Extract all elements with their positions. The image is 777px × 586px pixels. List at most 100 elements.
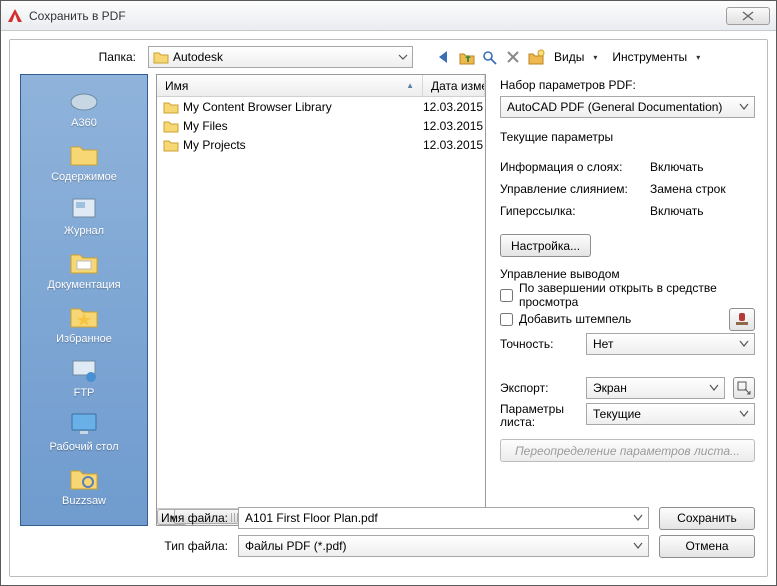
sidebar-item-history[interactable]: Журнал <box>21 189 147 241</box>
sidebar-item-ftp[interactable]: FTP <box>21 351 147 403</box>
folder-icon <box>67 139 101 169</box>
export-combo[interactable]: Экран <box>586 377 725 399</box>
rows: My Content Browser Library 12.03.2015 My… <box>157 97 485 508</box>
precision-label: Точность: <box>500 337 578 351</box>
sidebar-item-desktop[interactable]: Рабочий стол <box>21 405 147 457</box>
views-menu[interactable]: Виды <box>550 50 588 64</box>
folder-label: Папка: <box>24 50 142 64</box>
sidebar-item-buzzsaw[interactable]: Buzzsaw <box>21 459 147 511</box>
param-value: Включать <box>650 204 704 218</box>
select-window-icon <box>737 381 751 395</box>
chevron-down-icon <box>739 339 749 349</box>
folder-icon <box>153 50 169 64</box>
sidebar-item-label: Избранное <box>56 333 112 345</box>
window-title: Сохранить в PDF <box>29 9 726 23</box>
column-name[interactable]: Имя ▲ <box>157 75 423 96</box>
cancel-button[interactable]: Отмена <box>659 535 755 558</box>
titlebar: Сохранить в PDF <box>1 1 776 31</box>
window-select-button[interactable] <box>733 377 755 399</box>
column-date[interactable]: Дата изме <box>423 75 485 96</box>
cloud-icon <box>67 85 101 115</box>
file-list-wrap: Имя ▲ Дата изме My Content Browser Libra… <box>156 74 486 526</box>
history-icon <box>67 193 101 223</box>
param-value: Включать <box>650 160 704 174</box>
folder-icon <box>163 100 179 114</box>
sheet-combo[interactable]: Текущие <box>586 403 755 425</box>
sidebar-item-favorites[interactable]: Избранное <box>21 297 147 349</box>
chevron-down-icon <box>739 409 749 419</box>
sidebar-item-label: A360 <box>71 117 97 129</box>
chevron-down-icon <box>633 513 643 523</box>
dialog-window: Сохранить в PDF Папка: Autodesk <box>0 0 777 586</box>
sidebar-item-label: Содержимое <box>51 171 117 183</box>
settings-button-label: Настройка... <box>511 239 580 253</box>
export-label: Экспорт: <box>500 381 578 395</box>
filetype-label: Тип файла: <box>158 539 228 553</box>
close-button[interactable] <box>726 7 770 25</box>
stamp-checkbox[interactable] <box>500 313 513 326</box>
file-name: My Projects <box>183 138 246 152</box>
folder-icon <box>163 138 179 152</box>
file-list[interactable]: Имя ▲ Дата изме My Content Browser Libra… <box>156 74 486 526</box>
file-date: 12.03.2015 <box>423 100 485 114</box>
preset-combo[interactable]: AutoCAD PDF (General Documentation) <box>500 96 755 118</box>
chevron-down-icon: ▾ <box>593 53 603 62</box>
list-item[interactable]: My Projects 12.03.2015 <box>157 135 485 154</box>
current-params-label: Текущие параметры <box>500 130 755 144</box>
export-value: Экран <box>593 381 627 395</box>
param-key: Управление слиянием: <box>500 182 650 196</box>
folder-value: Autodesk <box>173 50 223 64</box>
folder-combo[interactable]: Autodesk <box>148 46 413 68</box>
file-date: 12.03.2015 <box>423 119 485 133</box>
sidebar-item-docs[interactable]: Документация <box>21 243 147 295</box>
filename-value: A101 First Floor Plan.pdf <box>245 511 378 525</box>
sidebar-item-content[interactable]: Содержимое <box>21 135 147 187</box>
open-after-label: По завершении открыть в средстве просмот… <box>519 281 755 309</box>
toolbar-icons: Виды ▾ Инструменты ▾ <box>435 48 706 66</box>
filetype-combo[interactable]: Файлы PDF (*.pdf) <box>238 535 649 557</box>
preset-label: Набор параметров PDF: <box>500 78 755 92</box>
override-sheet-button: Переопределение параметров листа... <box>500 439 755 462</box>
stamp-settings-button[interactable] <box>729 308 755 331</box>
precision-value: Нет <box>593 337 613 351</box>
new-folder-icon[interactable] <box>527 48 545 66</box>
preset-value: AutoCAD PDF (General Documentation) <box>507 100 722 114</box>
desktop-icon <box>67 409 101 439</box>
ftp-icon <box>67 355 101 385</box>
chevron-down-icon <box>633 541 643 551</box>
list-item[interactable]: My Content Browser Library 12.03.2015 <box>157 97 485 116</box>
file-date: 12.03.2015 <box>423 138 485 152</box>
back-button[interactable] <box>435 48 453 66</box>
autocad-icon <box>7 8 23 24</box>
chevron-down-icon <box>398 50 408 64</box>
places-sidebar: A360 Содержимое Журнал Документация Избр… <box>20 74 148 526</box>
precision-combo[interactable]: Нет <box>586 333 755 355</box>
sheet-label: Параметры листа: <box>500 403 578 429</box>
override-sheet-label: Переопределение параметров листа... <box>515 444 740 458</box>
column-headers: Имя ▲ Дата изме <box>157 75 485 97</box>
sort-asc-icon: ▲ <box>406 81 414 90</box>
sidebar-item-a360[interactable]: A360 <box>21 81 147 133</box>
up-folder-button[interactable] <box>458 48 476 66</box>
param-key: Гиперссылка: <box>500 204 650 218</box>
inner-frame: Папка: Autodesk Виды ▾ Инструменты ▾ <box>9 39 768 577</box>
filename-input[interactable]: A101 First Floor Plan.pdf <box>238 507 649 529</box>
sheet-value: Текущие <box>593 407 641 421</box>
tools-menu[interactable]: Инструменты <box>608 50 691 64</box>
folder-icon <box>67 463 101 493</box>
file-name: My Content Browser Library <box>183 100 332 114</box>
open-after-checkbox[interactable] <box>500 289 513 302</box>
search-icon[interactable] <box>481 48 499 66</box>
column-name-label: Имя <box>165 79 188 93</box>
output-group-label: Управление выводом <box>500 267 755 281</box>
stamp-label: Добавить штемпель <box>519 312 631 326</box>
settings-button[interactable]: Настройка... <box>500 234 591 257</box>
save-button[interactable]: Сохранить <box>659 507 755 530</box>
body: A360 Содержимое Журнал Документация Избр… <box>10 74 767 526</box>
sidebar-item-label: FTP <box>74 387 95 399</box>
bottom-row: Имя файла: A101 First Floor Plan.pdf Сох… <box>158 504 755 568</box>
delete-icon[interactable] <box>504 48 522 66</box>
top-row: Папка: Autodesk Виды ▾ Инструменты ▾ <box>10 40 767 74</box>
param-key: Информация о слоях: <box>500 160 650 174</box>
list-item[interactable]: My Files 12.03.2015 <box>157 116 485 135</box>
